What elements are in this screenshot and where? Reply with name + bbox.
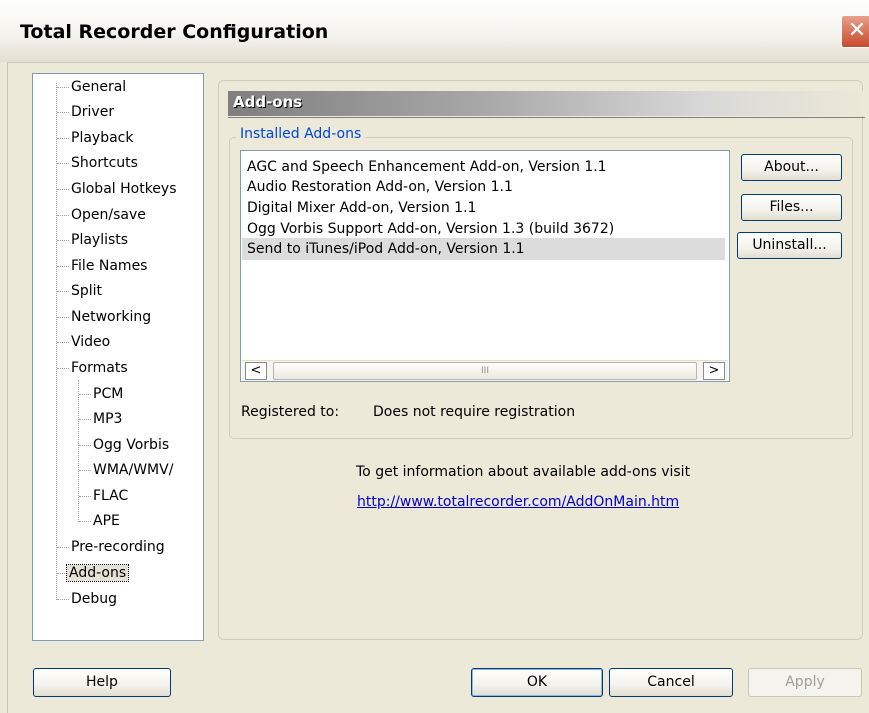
tree-item-label: Driver [71,104,115,120]
tree-item-general[interactable]: General [71,76,126,98]
config-window: Total Recorder Configuration ✕ General D… [0,0,869,713]
info-text: To get information about available add-o… [356,464,691,480]
tree-connector [79,419,91,420]
tree-item-label: APE [93,513,120,529]
title-bar: Total Recorder Configuration [0,0,869,63]
section-title: Add-ons [233,93,303,111]
header-divider [228,117,865,118]
scroll-thumb[interactable]: III [273,362,697,380]
about-button[interactable]: About... [741,154,842,181]
tree-item-playback[interactable]: Playback [71,127,133,149]
tree-connector [79,394,91,395]
tree-item-label: Split [71,283,103,299]
tree-item-label: Pre-recording [71,539,165,555]
addons-list[interactable]: AGC and Speech Enhancement Add-on, Versi… [240,150,730,382]
tree-item-split[interactable]: Split [71,280,102,302]
list-item[interactable]: Audio Restoration Add-on, Version 1.1 [247,176,513,198]
tree-item-add-ons[interactable]: Add-ons [65,562,130,584]
scroll-left-icon[interactable]: < [245,362,267,380]
tree-connector [57,138,69,139]
tree-connector [57,112,69,113]
tree-item-label: Playback [71,130,134,146]
tree-connector [57,163,69,164]
tree-connector [78,380,79,522]
tree-connector [57,189,69,190]
tree-item-pcm[interactable]: PCM [93,383,123,405]
tree-item-label: File Names [71,258,148,274]
tree-item-label: Add-ons [65,564,130,582]
tree-item-wma-wmv[interactable]: WMA/WMV/ [93,459,173,481]
horizontal-scrollbar[interactable]: < III > [242,360,728,381]
section-header: Add-ons [228,91,865,116]
tree-connector [57,240,69,241]
tree-connector [57,87,69,88]
tree-item-global-hotkeys[interactable]: Global Hotkeys [71,178,177,200]
window-frame [0,62,8,713]
tree-item-flac[interactable]: FLAC [93,485,128,507]
tree-item-pre-recording[interactable]: Pre-recording [71,536,165,558]
tree-item-open-save[interactable]: Open/save [71,204,146,226]
group-title: Installed Add-ons [236,126,366,142]
tree-item-label: WMA/WMV/ [93,462,174,478]
settings-tree[interactable]: General Driver Playback Shortcuts Global… [32,73,204,641]
tree-item-file-names[interactable]: File Names [71,255,147,277]
tree-connector [79,521,91,522]
tree-item-networking[interactable]: Networking [71,306,151,328]
tree-item-label: Shortcuts [71,155,138,171]
tree-item-label: General [71,79,127,95]
tree-connector [57,291,69,292]
tree-item-label: PCM [93,386,124,402]
tree-connector [57,215,69,216]
tree-item-mp3[interactable]: MP3 [93,408,122,430]
tree-item-label: Video [71,334,111,350]
tree-connector [57,317,69,318]
tree-item-playlists[interactable]: Playlists [71,229,128,251]
close-icon[interactable]: ✕ [841,15,869,48]
tree-connector [57,599,69,600]
tree-connector [79,470,91,471]
tree-item-shortcuts[interactable]: Shortcuts [71,152,138,174]
files-button[interactable]: Files... [741,194,842,221]
tree-item-debug[interactable]: Debug [71,588,117,610]
tree-connector [57,266,69,267]
tree-connector [57,368,69,369]
uninstall-button[interactable]: Uninstall... [737,232,842,259]
list-item[interactable]: AGC and Speech Enhancement Add-on, Versi… [247,156,607,178]
tree-item-ogg-vorbis[interactable]: Ogg Vorbis [93,434,169,456]
window-title: Total Recorder Configuration [20,21,329,43]
tree-item-label: Global Hotkeys [71,181,177,197]
tree-item-label: MP3 [93,411,123,427]
addons-link[interactable]: http://www.totalrecorder.com/AddOnMain.h… [357,494,679,510]
cancel-button[interactable]: Cancel [609,668,733,697]
tree-item-label: FLAC [93,488,129,504]
registered-value: Does not require registration [373,404,576,420]
tree-item-label: Networking [71,309,152,325]
list-item[interactable]: Ogg Vorbis Support Add-on, Version 1.3 (… [247,218,614,240]
registered-label: Registered to: [241,404,340,420]
ok-button[interactable]: OK [471,668,603,697]
tree-item-driver[interactable]: Driver [71,101,114,123]
list-item[interactable]: Digital Mixer Add-on, Version 1.1 [247,197,476,219]
apply-button[interactable]: Apply [748,668,862,697]
scroll-right-icon[interactable]: > [703,362,725,380]
tree-item-video[interactable]: Video [71,331,110,353]
help-button[interactable]: Help [33,668,171,697]
tree-item-label: Debug [71,591,118,607]
list-item-selected[interactable]: Send to iTunes/iPod Add-on, Version 1.1 [242,238,725,260]
tree-connector [57,342,69,343]
tree-item-label: Formats [71,360,128,376]
tree-connector [79,445,91,446]
tree-item-label: Open/save [71,207,146,223]
tree-item-formats[interactable]: Formats [71,357,128,379]
tree-connector [79,496,91,497]
tree-connector [57,547,69,548]
tree-item-label: Playlists [71,232,129,248]
tree-item-ape[interactable]: APE [93,510,120,532]
tree-item-label: Ogg Vorbis [93,437,170,453]
